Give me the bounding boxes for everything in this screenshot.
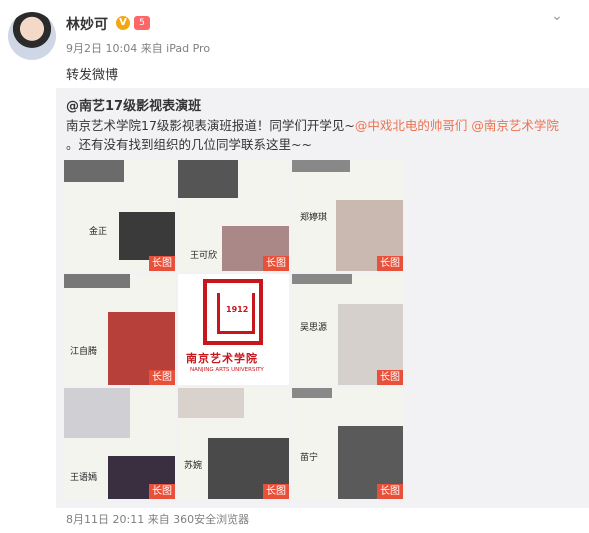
quoted-text-part: 南京艺术学院17级影视表演班报道！同学们开学见~	[66, 118, 355, 133]
signature-text: 苏婉	[184, 461, 203, 471]
signature-text: 苗宁	[300, 453, 319, 463]
image-thumb[interactable]: 王语嫣 长图	[64, 388, 175, 499]
university-logo: 1912 南京艺术学院 NANJING ARTS UNIVERSITY	[178, 274, 289, 385]
image-thumb[interactable]: 金正 长图	[64, 160, 175, 271]
mention-link[interactable]: @南京艺术学院	[471, 118, 559, 133]
image-grid: 金正 长图 王可欣 长图 郑婷琪 长图 江自腾 长图 1912 南京艺术学院 N…	[64, 160, 404, 500]
author-name[interactable]: 林妙可	[66, 14, 108, 34]
level-badge-icon[interactable]: 5	[134, 16, 150, 30]
author-avatar[interactable]	[8, 12, 56, 60]
long-image-tag: 长图	[377, 484, 403, 499]
long-image-tag: 长图	[263, 484, 289, 499]
image-thumb[interactable]: 吴思源 长图	[292, 274, 403, 385]
image-thumb[interactable]: 王可欣 长图	[178, 160, 289, 271]
image-thumb[interactable]: 苗宁 长图	[292, 388, 403, 499]
long-image-tag: 长图	[149, 370, 175, 385]
seal-icon: 1912	[203, 279, 263, 345]
weibo-card: 林妙可 V 5 9月2日 10:04 来自 iPad Pro ⌄ 转发微博 @南…	[0, 0, 589, 533]
image-thumb[interactable]: 郑婷琪 长图	[292, 160, 403, 271]
mention-link[interactable]: @中戏北电的帅哥们	[355, 118, 468, 133]
signature-text: 江自腾	[70, 347, 98, 357]
quoted-post: @南艺17级影视表演班 南京艺术学院17级影视表演班报道！同学们开学见~@中戏北…	[56, 88, 589, 508]
verified-badge-icon[interactable]: V	[116, 16, 130, 30]
logo-chinese-name: 南京艺术学院	[186, 352, 258, 365]
signature-text: 金正	[89, 227, 108, 237]
logo-english-name: NANJING ARTS UNIVERSITY	[190, 367, 264, 373]
long-image-tag: 长图	[263, 256, 289, 271]
signature-text: 王可欣	[190, 251, 218, 261]
long-image-tag: 长图	[149, 484, 175, 499]
long-image-tag: 长图	[377, 370, 403, 385]
long-image-tag: 长图	[149, 256, 175, 271]
logo-year: 1912	[226, 305, 249, 314]
quoted-text-part: 。还有没有找到组织的几位同学联系这里~~	[66, 137, 312, 152]
quoted-meta[interactable]: 8月11日 20:11 来自 360安全浏览器	[66, 511, 249, 527]
image-thumb[interactable]: 苏婉 长图	[178, 388, 289, 499]
post-meta[interactable]: 9月2日 10:04 来自 iPad Pro	[66, 40, 210, 56]
image-thumb[interactable]: 1912 南京艺术学院 NANJING ARTS UNIVERSITY	[178, 274, 289, 385]
quoted-text: 南京艺术学院17级影视表演班报道！同学们开学见~@中戏北电的帅哥们 @南京艺术学…	[66, 116, 566, 154]
image-thumb[interactable]: 江自腾 长图	[64, 274, 175, 385]
signature-text: 吴思源	[300, 323, 328, 333]
signature-text: 王语嫣	[70, 473, 98, 483]
repost-text: 转发微博	[66, 68, 119, 83]
quoted-author[interactable]: @南艺17级影视表演班	[66, 95, 201, 114]
signature-text: 郑婷琪	[300, 213, 328, 223]
long-image-tag: 长图	[377, 256, 403, 271]
chevron-down-icon[interactable]: ⌄	[548, 8, 566, 26]
